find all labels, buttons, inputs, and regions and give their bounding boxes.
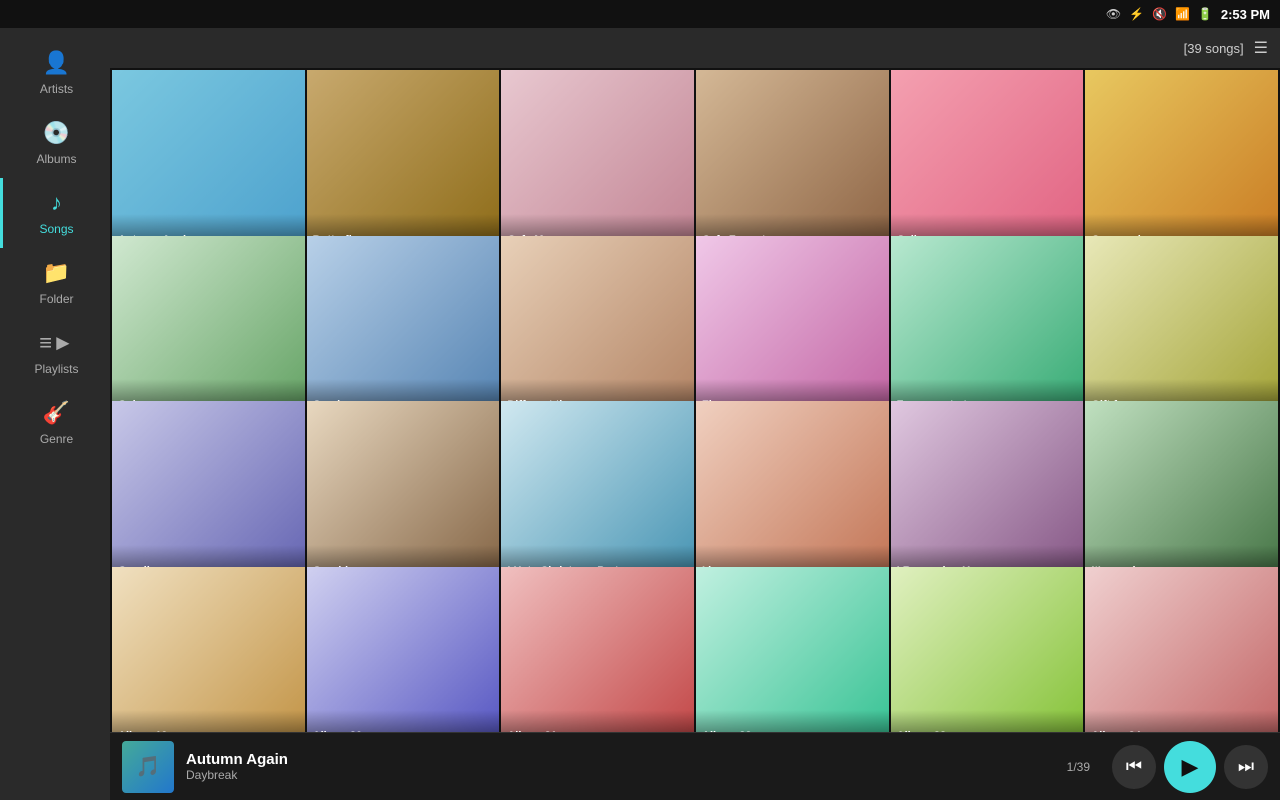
- battery-icon: 🔋: [1198, 7, 1213, 21]
- volume-icon: 🔇: [1152, 7, 1167, 21]
- album-cell[interactable]: GoodbyeBy Jun⋮: [112, 401, 305, 594]
- album-overlay: Album 21Artist 21: [501, 710, 694, 732]
- album-cell[interactable]: Album 20Artist 20⋮: [307, 567, 500, 733]
- playlists-icon: ≡►: [39, 330, 74, 356]
- genre-icon: 🎸: [43, 400, 70, 426]
- folder-icon: 📁: [43, 260, 70, 286]
- album-cell[interactable]: Call meCold Cherry⋮: [891, 70, 1084, 263]
- next-button[interactable]: ⏭: [1224, 745, 1268, 789]
- album-overlay: Album 24Artist 24: [1085, 710, 1278, 732]
- sidebar-item-folder[interactable]: 📁 Folder: [0, 248, 110, 318]
- album-title: Album 21: [507, 730, 688, 732]
- album-cell[interactable]: Different timeStanding Egg⋮: [501, 236, 694, 429]
- album-cell[interactable]: Autumn AgainDaybreak⋮: [112, 70, 305, 263]
- top-bar: [39 songs] ☰: [110, 28, 1280, 68]
- artists-icon: 👤: [43, 50, 70, 76]
- album-cell[interactable]: It's comingHave A Tea⋮: [1085, 401, 1278, 594]
- album-cell[interactable]: Album 22Artist 22⋮: [696, 567, 889, 733]
- album-overlay: Album 23Artist 23: [891, 710, 1084, 732]
- now-playing-artist: Daybreak: [186, 768, 1055, 782]
- album-overlay: Album 20Artist 20: [307, 710, 500, 732]
- now-playing-bar: 🎵 Autumn Again Daybreak 1/39 ⏮ ▶ ⏭: [110, 732, 1280, 800]
- song-count: [39 songs]: [1184, 41, 1244, 56]
- status-bar: 👁 ⚡ 🔇 📶 🔋 2:53 PM: [0, 0, 1280, 28]
- album-cell[interactable]: Album 21Artist 21⋮: [501, 567, 694, 733]
- album-cell[interactable]: ComingSoran⋮: [307, 236, 500, 429]
- album-grid: Autumn AgainDaybreak⋮ButterflyNoriteo Pr…: [110, 68, 1280, 732]
- previous-button[interactable]: ⏮: [1112, 745, 1156, 789]
- album-cell[interactable]: Gift for youMoonlight⋮: [1085, 236, 1278, 429]
- album-cell[interactable]: I Hate Christmas PartHee Young⋮: [501, 401, 694, 594]
- menu-icon[interactable]: ☰: [1254, 38, 1268, 58]
- album-cell[interactable]: ColorsHealing Project⋮: [112, 236, 305, 429]
- sidebar: 👤 Artists 💿 Albums ♪ Songs 📁 Folder ≡► P…: [0, 28, 110, 800]
- status-time: 2:53 PM: [1221, 7, 1270, 22]
- playback-controls: ⏮ ▶ ⏭: [1112, 741, 1268, 793]
- album-cell[interactable]: Album 23Artist 23⋮: [891, 567, 1084, 733]
- album-cell[interactable]: Cafe FermataLee JH⋮: [696, 70, 889, 263]
- albums-icon: 💿: [43, 120, 70, 146]
- bluetooth-icon: ⚡: [1129, 7, 1144, 21]
- album-cell[interactable]: I love youRavie Nuage⋮: [696, 401, 889, 594]
- notification-icon: 👁: [1106, 7, 1121, 21]
- sidebar-item-songs[interactable]: ♪ Songs: [0, 178, 110, 248]
- now-playing-art: 🎵: [122, 741, 174, 793]
- album-art: [112, 567, 305, 733]
- album-cell[interactable]: Album 19Artist 19⋮: [112, 567, 305, 733]
- now-playing-info: Autumn Again Daybreak: [186, 751, 1055, 782]
- album-cell[interactable]: FlowersU MJ⋮: [696, 236, 889, 429]
- sidebar-item-artists[interactable]: 👤 Artists: [0, 38, 110, 108]
- album-art: [307, 567, 500, 733]
- songs-icon: ♪: [51, 190, 62, 216]
- content-area: [39 songs] ☰ Autumn AgainDaybreak⋮Butter…: [110, 28, 1280, 800]
- album-title: Album 23: [897, 730, 1078, 732]
- album-cell[interactable]: ButterflyNoriteo Project⋮: [307, 70, 500, 263]
- sidebar-item-albums[interactable]: 💿 Albums: [0, 108, 110, 178]
- album-cell[interactable]: Album 24Artist 24⋮: [1085, 567, 1278, 733]
- play-pause-button[interactable]: ▶: [1164, 741, 1216, 793]
- album-art: [696, 567, 889, 733]
- album-cell[interactable]: From one to tenDaylight⋮: [891, 236, 1084, 429]
- album-title: Album 24: [1091, 730, 1272, 732]
- album-cell[interactable]: Cafe MenChocolate Box⋮: [501, 70, 694, 263]
- sidebar-item-genre[interactable]: 🎸 Genre: [0, 388, 110, 458]
- album-art: [1085, 567, 1278, 733]
- album-art: [501, 567, 694, 733]
- track-count: 1/39: [1067, 760, 1090, 774]
- album-title: Album 22: [702, 730, 883, 732]
- album-overlay: Album 22Artist 22: [696, 710, 889, 732]
- sidebar-item-playlists[interactable]: ≡► Playlists: [0, 318, 110, 388]
- album-title: Album 19: [118, 730, 299, 732]
- album-cell[interactable]: Can you hearBurn Out House⋮: [1085, 70, 1278, 263]
- now-playing-title: Autumn Again: [186, 751, 1055, 768]
- album-overlay: Album 19Artist 19: [112, 710, 305, 732]
- wifi-icon: 📶: [1175, 7, 1190, 21]
- album-title: Album 20: [313, 730, 494, 732]
- album-cell[interactable]: I Remember YouRomantic Blue⋮: [891, 401, 1084, 594]
- album-cell[interactable]: GooddayMisty Blue⋮: [307, 401, 500, 594]
- album-art: [891, 567, 1084, 733]
